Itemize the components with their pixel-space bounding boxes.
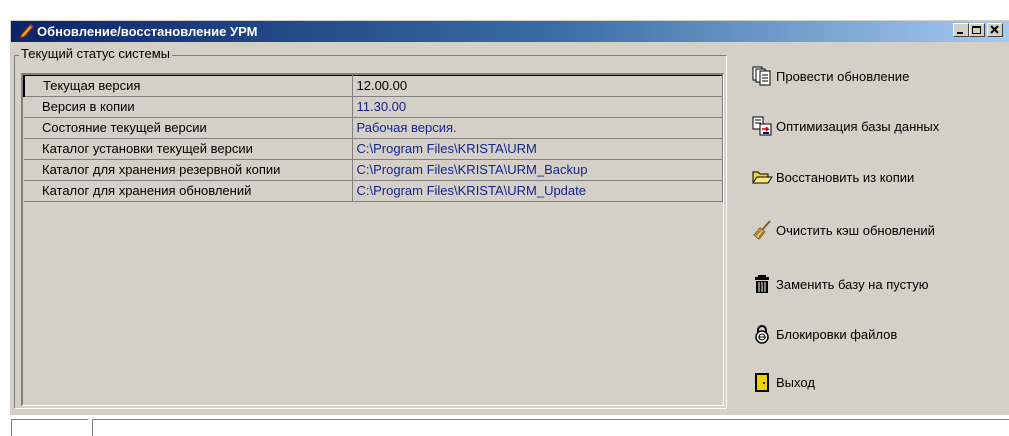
open-folder-icon bbox=[752, 171, 773, 184]
run-update-label: Провести обновление bbox=[776, 68, 910, 84]
replace-with-empty-db-label: Заменить базу на пустую bbox=[776, 276, 929, 292]
title-bar[interactable]: Обновление/восстановление УРМ bbox=[11, 21, 1009, 42]
status-grid[interactable]: Текущая версия 12.00.00 Версия в копии 1… bbox=[21, 73, 724, 406]
status-row-current-version[interactable]: Текущая версия 12.00.00 bbox=[23, 75, 723, 97]
clear-update-cache-label: Очистить кэш обновлений bbox=[776, 222, 935, 238]
restore-from-backup-button[interactable]: Восстановить из копии bbox=[739, 162, 1007, 192]
status-value: C:\Program Files\KRISTA\URM_Backup bbox=[352, 159, 723, 181]
status-key: Каталог для хранения обновлений bbox=[24, 180, 353, 202]
run-update-button[interactable]: Провести обновление bbox=[739, 61, 1007, 91]
window-title: Обновление/восстановление УРМ bbox=[37, 24, 258, 39]
minimize-icon bbox=[957, 32, 963, 34]
status-bar-panel-2 bbox=[92, 419, 1009, 436]
trash-can-icon bbox=[755, 275, 769, 293]
padlock-icon bbox=[755, 325, 769, 344]
status-value: 12.00.00 bbox=[352, 75, 723, 97]
replace-with-empty-db-button[interactable]: Заменить базу на пустую bbox=[739, 269, 1007, 299]
optimize-database-label: Оптимизация базы данных bbox=[776, 118, 940, 134]
status-row-backup-version[interactable]: Версия в копии 11.30.00 bbox=[24, 96, 723, 118]
restore-from-backup-label: Восстановить из копии bbox=[776, 169, 915, 185]
app-window: Обновление/восстановление УРМ Текущий ст… bbox=[10, 20, 1009, 436]
app-pen-icon bbox=[19, 24, 34, 39]
status-row-version-state[interactable]: Состояние текущей версии Рабочая версия. bbox=[24, 117, 723, 139]
close-icon bbox=[990, 25, 999, 34]
status-bar-panel-1 bbox=[11, 419, 89, 436]
exit-button[interactable]: Выход bbox=[739, 367, 1007, 397]
file-locks-button[interactable]: Блокировки файлов bbox=[739, 319, 1007, 349]
status-value: C:\Program Files\KRISTA\URM bbox=[352, 138, 723, 160]
status-value: Рабочая версия. bbox=[352, 117, 723, 139]
status-value: 11.30.00 bbox=[352, 96, 723, 118]
status-row-backup-dir[interactable]: Каталог для хранения резервной копии C:\… bbox=[24, 159, 723, 181]
maximize-icon bbox=[972, 26, 981, 34]
minimize-button[interactable] bbox=[953, 23, 969, 37]
status-value: C:\Program Files\KRISTA\URM_Update bbox=[352, 180, 723, 202]
database-optimize-icon bbox=[752, 116, 772, 136]
status-table: Текущая версия 12.00.00 Версия в копии 1… bbox=[23, 75, 723, 202]
status-bar bbox=[11, 417, 1009, 436]
clear-update-cache-button[interactable]: Очистить кэш обновлений bbox=[739, 215, 1007, 245]
maximize-button[interactable] bbox=[969, 23, 985, 37]
broom-icon bbox=[753, 220, 771, 240]
close-button[interactable] bbox=[987, 23, 1003, 37]
status-row-updates-dir[interactable]: Каталог для хранения обновлений C:\Progr… bbox=[24, 180, 723, 202]
optimize-database-button[interactable]: Оптимизация базы данных bbox=[739, 111, 1007, 141]
system-status-group-label: Текущий статус системы bbox=[19, 46, 173, 61]
copy-pages-icon bbox=[752, 66, 771, 86]
exit-label: Выход bbox=[776, 374, 815, 390]
status-key: Каталог установки текущей версии bbox=[24, 138, 353, 160]
file-locks-label: Блокировки файлов bbox=[776, 326, 898, 342]
exit-door-icon bbox=[755, 373, 769, 392]
status-row-install-dir[interactable]: Каталог установки текущей версии C:\Prog… bbox=[24, 138, 723, 160]
status-key: Состояние текущей версии bbox=[24, 117, 353, 139]
status-key: Текущая версия bbox=[23, 75, 353, 97]
status-key: Версия в копии bbox=[24, 96, 353, 118]
status-key: Каталог для хранения резервной копии bbox=[24, 159, 353, 181]
